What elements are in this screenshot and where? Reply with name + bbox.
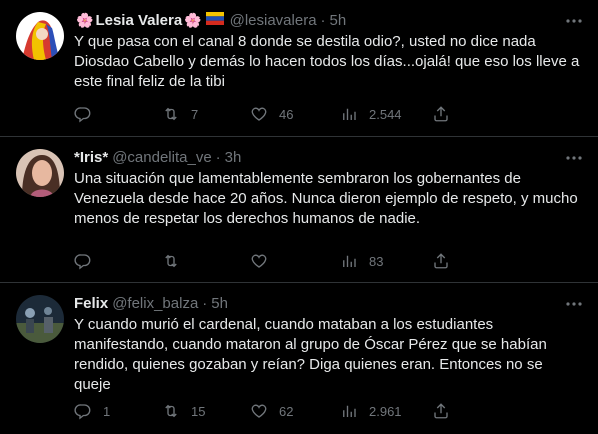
retweet-icon <box>165 107 177 121</box>
avatar[interactable] <box>16 295 64 343</box>
reply-button[interactable] <box>74 251 103 271</box>
tweet-actions: 83 <box>74 251 514 271</box>
retweet-count: 7 <box>191 106 199 122</box>
tweet-actions: 7 46 2.544 <box>74 104 514 124</box>
heart-icon <box>251 107 267 121</box>
reply-button[interactable]: 1 <box>74 401 110 421</box>
tweet[interactable]: Felix @felix_balza · 5h Y cuando murió e… <box>0 283 598 434</box>
heart-icon <box>251 254 267 268</box>
timestamp[interactable]: 3h <box>225 149 242 166</box>
like-count: 46 <box>279 106 294 122</box>
share-button[interactable] <box>432 401 450 421</box>
share-button[interactable] <box>432 251 450 271</box>
views-chart-icon <box>343 108 356 120</box>
separator-dot: · <box>320 11 326 29</box>
tweet-text: Y que pasa con el canal 8 donde se desti… <box>74 33 580 90</box>
flower-emoji: 🌸 <box>184 11 202 28</box>
tweet-text: Y cuando murió el cardenal, cuando matab… <box>74 316 547 393</box>
avatar[interactable] <box>16 12 64 60</box>
username-handle[interactable]: @felix_balza <box>112 295 198 312</box>
views-chart-icon <box>343 405 356 417</box>
display-name[interactable]: Lesia Valera <box>95 12 182 29</box>
more-options-icon[interactable] <box>564 12 584 30</box>
avatar[interactable] <box>16 149 64 197</box>
tweet-header: *Iris* @candelita_ve · 3h <box>74 147 582 167</box>
views-button[interactable]: 2.961 <box>340 401 402 421</box>
reply-button[interactable] <box>74 104 103 124</box>
separator-dot: · <box>202 294 208 312</box>
tweet[interactable]: *Iris* @candelita_ve · 3h Una situación … <box>0 137 598 283</box>
username-handle[interactable]: @candelita_ve <box>112 149 211 166</box>
views-chart-icon <box>343 255 356 267</box>
tweet-actions: 1 15 62 2.961 <box>74 401 514 421</box>
reply-icon <box>74 404 91 420</box>
heart-icon <box>251 404 267 418</box>
username-handle[interactable]: @lesiavalera <box>230 12 317 29</box>
flower-emoji: 🌸 <box>76 11 94 28</box>
share-button[interactable] <box>432 104 450 124</box>
more-options-icon[interactable] <box>564 295 584 313</box>
tweet-header: 🌸 Lesia Valera 🌸 @lesiavalera · 5h <box>74 10 582 30</box>
views-count: 83 <box>369 253 384 269</box>
like-button[interactable]: 62 <box>250 401 293 421</box>
more-options-icon[interactable] <box>564 149 584 167</box>
views-button[interactable]: 2.544 <box>340 104 402 124</box>
like-count: 62 <box>279 403 294 419</box>
timestamp[interactable]: 5h <box>211 295 228 312</box>
views-button[interactable]: 83 <box>340 251 383 271</box>
retweet-button[interactable]: 7 <box>162 104 198 124</box>
tweet[interactable]: 🌸 Lesia Valera 🌸 @lesiavalera · 5h Y que… <box>0 0 598 137</box>
display-name[interactable]: *Iris* <box>74 149 108 166</box>
retweet-icon <box>165 254 177 268</box>
tweet-header: Felix @felix_balza · 5h <box>74 293 582 313</box>
share-icon <box>434 106 448 122</box>
reply-icon <box>74 254 91 270</box>
reply-icon <box>74 107 91 123</box>
retweet-count: 15 <box>191 403 206 419</box>
display-name[interactable]: Felix <box>74 295 108 312</box>
retweet-button[interactable]: 15 <box>162 401 205 421</box>
share-icon <box>434 253 448 269</box>
views-count: 2.961 <box>369 403 402 419</box>
like-button[interactable] <box>250 251 279 271</box>
views-count: 2.544 <box>369 106 402 122</box>
retweet-button[interactable] <box>162 251 191 271</box>
tweet-text: Una situación que lamentablemente sembra… <box>74 170 578 227</box>
venezuela-flag-emoji <box>205 12 224 28</box>
separator-dot: · <box>215 148 221 166</box>
timestamp[interactable]: 5h <box>330 12 347 29</box>
share-icon <box>434 403 448 419</box>
like-button[interactable]: 46 <box>250 104 293 124</box>
retweet-icon <box>165 404 177 418</box>
reply-count: 1 <box>103 403 111 419</box>
